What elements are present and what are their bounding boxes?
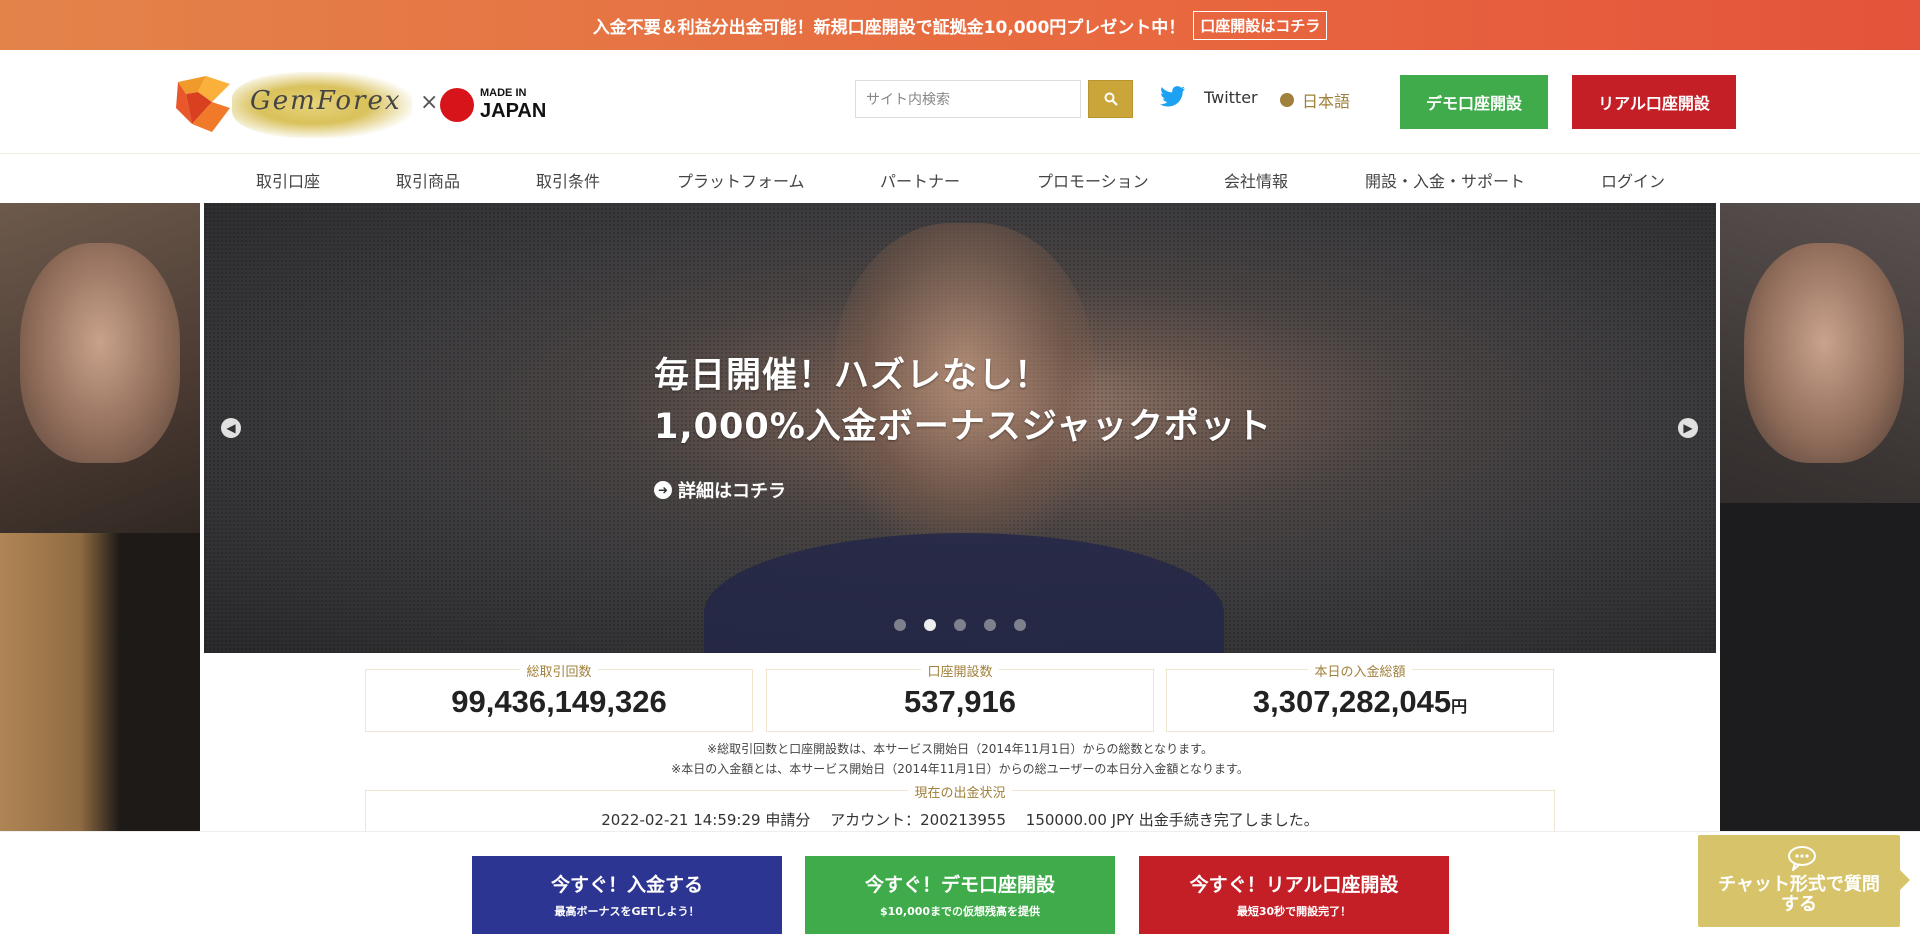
stats-note-1: ※総取引回数と口座開設数は、本サービス開始日（2014年11月1日）からの総数と… bbox=[707, 742, 1213, 756]
twitter-icon bbox=[1160, 86, 1185, 107]
stat-label: 口座開設数 bbox=[921, 665, 999, 680]
nav-item-company[interactable]: 会社情報 bbox=[1224, 168, 1288, 192]
real-now-button[interactable]: 今すぐ！リアル口座開設 最短30秒で開設完了！ bbox=[1139, 856, 1449, 934]
portrait-face bbox=[1744, 243, 1904, 463]
brand-name: GemForex bbox=[250, 86, 402, 116]
japan-flag-icon bbox=[440, 88, 474, 122]
chat-widget-button[interactable]: チャット形式で質問 する bbox=[1698, 835, 1900, 927]
nav-item-partner[interactable]: パートナー bbox=[880, 168, 960, 192]
promo-text: 入金不要＆利益分出金可能！新規口座開設で証拠金10,000円プレゼント中！ bbox=[592, 17, 1186, 38]
portrait-coat bbox=[0, 533, 200, 831]
cta-subtitle: $10,000までの仮想残高を提供 bbox=[879, 905, 1041, 918]
chat-label-line1: チャット形式で質問 bbox=[1718, 874, 1880, 895]
stat-value: 537,916 bbox=[903, 684, 1017, 719]
logo-times: × bbox=[420, 90, 439, 115]
next-slide-preview[interactable] bbox=[1720, 203, 1920, 831]
hero-title: 毎日開催！ハズレなし！ 1,000%入金ボーナスジャックポット bbox=[654, 351, 1272, 453]
nav-item-platform[interactable]: プラットフォーム bbox=[677, 168, 805, 192]
portrait-face bbox=[20, 243, 180, 463]
made-in-label: MADE IN bbox=[480, 87, 527, 99]
stat-total-trades: 総取引回数 99,436,149,326 bbox=[365, 665, 753, 732]
deposit-now-button[interactable]: 今すぐ！入金する 最高ボーナスをGETしよう！ bbox=[472, 856, 782, 934]
carousel-dots bbox=[894, 619, 1044, 631]
hero-title-line2: 1,000%入金ボーナスジャックポット bbox=[654, 407, 1273, 447]
chevron-right-icon: ▶ bbox=[1683, 421, 1693, 435]
carousel-dot[interactable] bbox=[894, 619, 906, 631]
chat-label: チャット形式で質問 する bbox=[1698, 875, 1900, 915]
withdrawal-text: 2022-02-21 14:59:29 申請分 アカウント：200213955 … bbox=[601, 811, 1319, 829]
search-input[interactable]: サイト内検索 bbox=[855, 80, 1081, 118]
prev-slide-preview[interactable] bbox=[0, 203, 200, 831]
nav-item-products[interactable]: 取引商品 bbox=[396, 168, 460, 192]
nav-item-login[interactable]: ログイン bbox=[1601, 168, 1665, 192]
hero-jacket bbox=[704, 533, 1224, 653]
hero-title-line1: 毎日開催！ハズレなし！ bbox=[654, 356, 1051, 396]
twitter-link[interactable]: Twitter bbox=[1160, 86, 1258, 108]
promo-banner: 入金不要＆利益分出金可能！新規口座開設で証拠金10,000円プレゼント中！ 口座… bbox=[0, 0, 1920, 50]
portrait-sweater bbox=[1720, 503, 1920, 831]
demo-account-button[interactable]: デモ口座開設 bbox=[1400, 75, 1548, 129]
site-header: GemForex × MADE IN JAPAN サイト内検索 Twitter … bbox=[0, 50, 1920, 154]
withdrawal-status: 現在の出金状況 2022-02-21 14:59:29 申請分 アカウント：20… bbox=[365, 786, 1555, 832]
site-logo[interactable]: GemForex × MADE IN JAPAN bbox=[172, 66, 547, 142]
carousel-next-button[interactable]: ▶ bbox=[1678, 418, 1698, 438]
stat-label: 総取引回数 bbox=[520, 665, 598, 680]
globe-icon bbox=[1280, 93, 1294, 107]
withdrawal-label: 現在の出金状況 bbox=[908, 786, 1012, 801]
cta-subtitle: 最高ボーナスをGETしよう！ bbox=[554, 905, 700, 918]
carousel-dot[interactable] bbox=[1014, 619, 1026, 631]
gem-logo-icon bbox=[172, 72, 236, 136]
language-selector[interactable]: 日本語 bbox=[1280, 88, 1350, 112]
cta-title: 今すぐ！リアル口座開設 bbox=[1189, 874, 1399, 896]
nav-item-trading-account[interactable]: 取引口座 bbox=[256, 168, 320, 192]
stat-unit: 円 bbox=[1451, 699, 1468, 716]
sticky-cta-bar: 今すぐ！入金する 最高ボーナスをGETしよう！ 今すぐ！デモ口座開設 $10,0… bbox=[0, 831, 1920, 937]
chevron-left-icon: ◀ bbox=[226, 421, 236, 435]
cta-title: 今すぐ！デモ口座開設 bbox=[864, 874, 1055, 896]
main-nav: 取引口座 取引商品 取引条件 プラットフォーム パートナー プロモーション 会社… bbox=[0, 154, 1920, 202]
carousel-dot[interactable] bbox=[984, 619, 996, 631]
demo-now-button[interactable]: 今すぐ！デモ口座開設 $10,000までの仮想残高を提供 bbox=[805, 856, 1115, 934]
search-placeholder: サイト内検索 bbox=[866, 92, 950, 108]
carousel-prev-button[interactable]: ◀ bbox=[221, 418, 241, 438]
stat-value: 3,307,282,045 bbox=[1252, 684, 1452, 719]
search-icon bbox=[1104, 92, 1118, 106]
chat-bubble-icon bbox=[1788, 846, 1816, 871]
promo-link[interactable]: 口座開設はコチラ bbox=[1193, 10, 1328, 40]
cta-title: 今すぐ！入金する bbox=[550, 874, 703, 896]
stat-accounts-opened: 口座開設数 537,916 bbox=[766, 665, 1154, 732]
language-label: 日本語 bbox=[1302, 92, 1351, 111]
chat-label-line2: する bbox=[1781, 894, 1817, 915]
nav-item-support[interactable]: 開設・入金・サポート bbox=[1365, 168, 1525, 192]
stat-value: 99,436,149,326 bbox=[451, 684, 667, 719]
nav-item-conditions[interactable]: 取引条件 bbox=[536, 168, 600, 192]
real-account-button[interactable]: リアル口座開設 bbox=[1572, 75, 1736, 129]
hero-more-link[interactable]: ➜ 詳細はコチラ bbox=[654, 477, 786, 503]
twitter-label: Twitter bbox=[1204, 87, 1258, 107]
stats-note-2: ※本日の入金額とは、本サービス開始日（2014年11月1日）からの総ユーザーの本… bbox=[671, 762, 1249, 776]
japan-label: JAPAN bbox=[480, 100, 547, 122]
carousel-dot[interactable] bbox=[954, 619, 966, 631]
made-in-japan: MADE IN JAPAN bbox=[480, 87, 547, 122]
carousel-dot-active[interactable] bbox=[924, 619, 936, 631]
hero-carousel: 毎日開催！ハズレなし！ 1,000%入金ボーナスジャックポット ➜ 詳細はコチラ… bbox=[204, 203, 1716, 653]
hero-more-label: 詳細はコチラ bbox=[678, 481, 786, 502]
arrow-right-circle-icon: ➜ bbox=[654, 481, 672, 499]
stat-label: 本日の入金総額 bbox=[1308, 665, 1412, 680]
chat-pointer bbox=[1900, 870, 1910, 890]
cta-subtitle: 最短30秒で開設完了！ bbox=[1236, 905, 1352, 918]
stat-today-deposit: 本日の入金総額 3,307,282,045円 bbox=[1166, 665, 1554, 732]
nav-item-promotion[interactable]: プロモーション bbox=[1037, 168, 1149, 192]
search-button[interactable] bbox=[1088, 80, 1133, 118]
